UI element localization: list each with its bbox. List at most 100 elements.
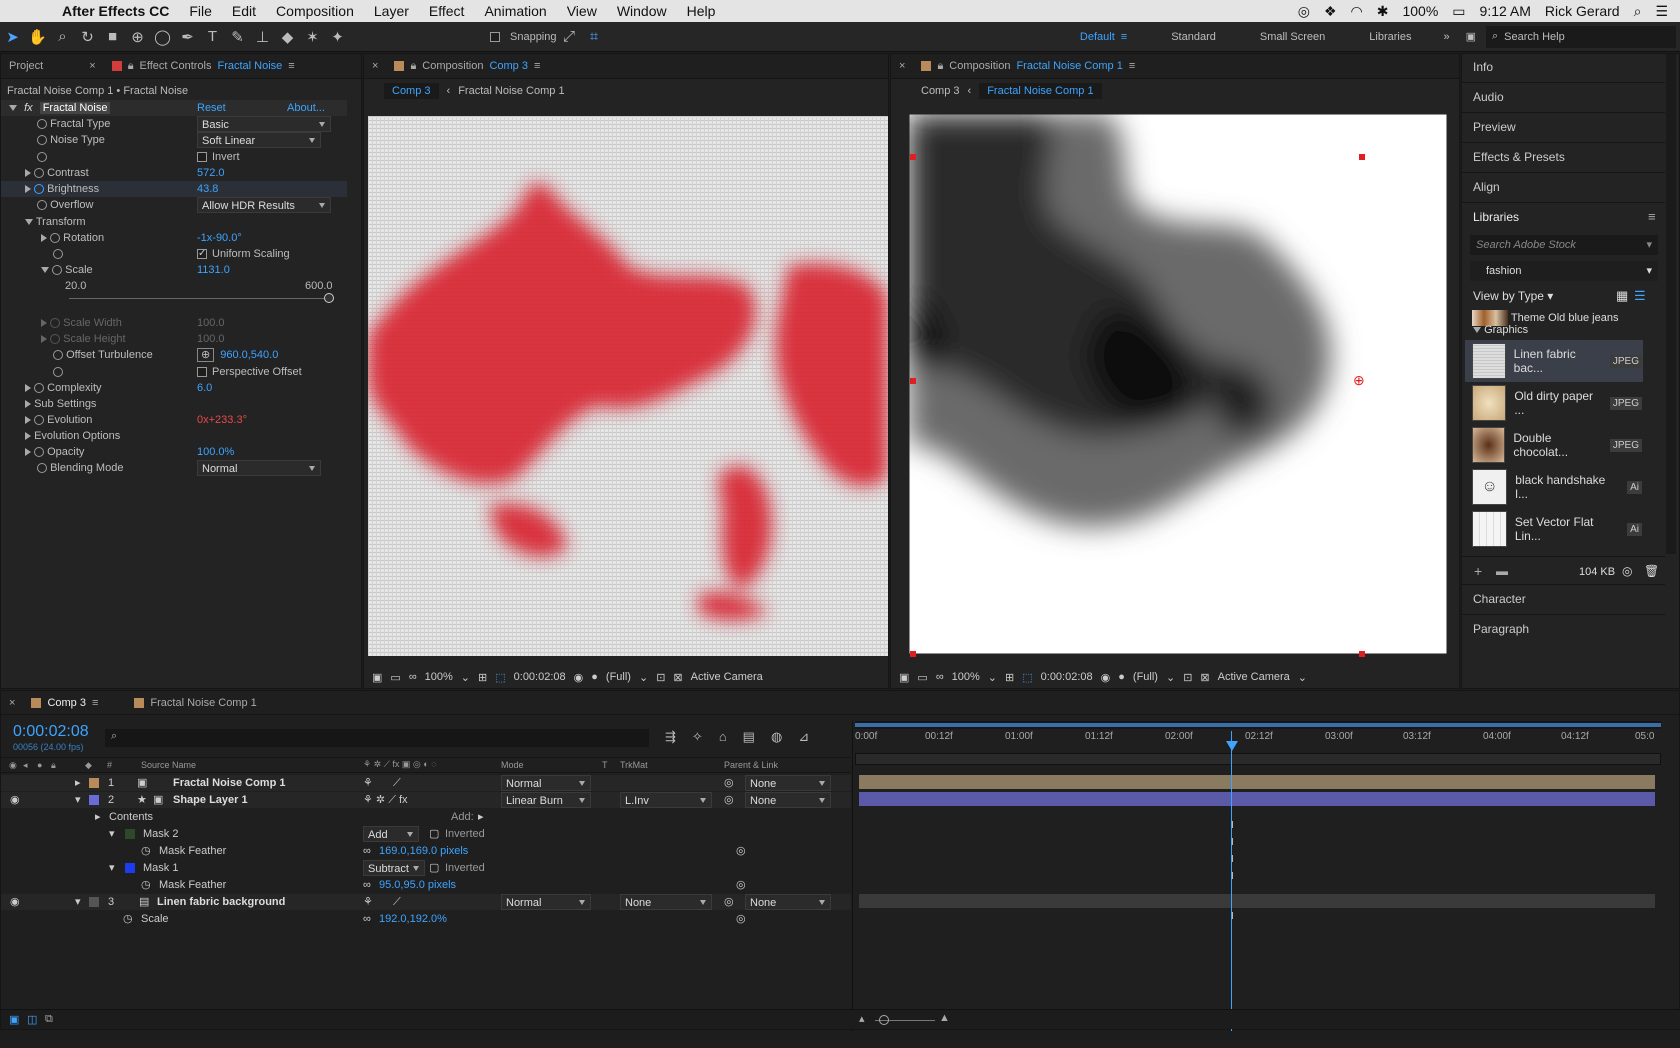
monitor-icon[interactable]: ▭ [917,671,927,684]
shy-switch-icon[interactable]: ⚘ [363,775,373,791]
layer-handle[interactable] [910,378,916,384]
grid-icon[interactable]: ⊞ [478,671,487,684]
character-panel-tab[interactable]: Character [1473,592,1526,606]
layer-row-3[interactable]: ◉ ▾ 3 ▤ Linen fabric background ⚘ ⟋ Norm… [1,894,851,910]
work-area-range[interactable] [855,723,1661,727]
snapping-toggle[interactable]: Snapping [490,31,557,43]
paragraph-panel-tab[interactable]: Paragraph [1473,622,1529,636]
switches-icons[interactable]: ⚘ ✲ ⟋ fx [363,792,408,808]
layer-label-swatch[interactable] [89,897,99,907]
mask2-row[interactable]: ▾ Mask 2 Add ▢ Inverted [1,826,851,842]
folder-icon[interactable]: ▬ [1496,564,1508,578]
source-name-column[interactable]: Source Name [141,760,196,770]
constrain-link-icon[interactable]: ∞ [363,877,371,893]
stopwatch-icon[interactable] [50,233,61,244]
mask2-feather-value[interactable]: 169.0,169.0 pixels [379,843,468,859]
close-tab-icon[interactable]: × [891,60,913,72]
parent-dropdown[interactable]: None [745,775,831,791]
menu-effect[interactable]: Effect [419,3,475,19]
search-help-field[interactable]: ⌕ Search Help [1486,25,1676,48]
fx-icon[interactable]: fx [24,102,33,114]
mask1-inverted-checkbox[interactable]: ▢ [429,860,439,876]
menu-window[interactable]: Window [607,3,677,19]
mask1-mode-dropdown[interactable]: Subtract [363,860,425,876]
invert-checkbox[interactable] [197,152,207,163]
scale-row[interactable]: ◷ Scale ∞ 192.0,192.0% ◎ [1,911,851,927]
tab-timeline-fractal[interactable]: Fractal Noise Comp 1 [126,697,264,709]
monitor-icon[interactable]: ▭ [390,671,400,684]
scale-value[interactable]: 1131.0 [197,262,230,278]
resolution-dropdown[interactable]: (Full) [606,671,631,683]
layer-handle[interactable] [1359,651,1365,657]
mask-twirl-icon[interactable]: ▾ [109,860,115,876]
parent-pickwhip-icon[interactable]: ◎ [724,792,734,808]
menu-app[interactable]: After Effects CC [52,3,179,19]
contents-twirl-icon[interactable]: ▸ [95,809,101,825]
show-channel-icon[interactable]: ● [1118,671,1125,683]
magnification-dropdown[interactable]: 100% [425,671,453,683]
type-tool-icon[interactable]: T [200,26,225,48]
stopwatch-icon[interactable] [52,265,63,276]
current-time[interactable]: 0:00:02:08 [514,671,566,683]
mask2-inverted-checkbox[interactable]: ▢ [429,826,439,842]
layer-handle[interactable] [1359,154,1365,160]
libraries-panel-tab[interactable]: Libraries [1473,210,1519,224]
lock-icon[interactable]: 🔒︎ [128,60,134,73]
roto-brush-tool-icon[interactable]: ✶ [300,26,325,48]
dropdown-chevron-icon[interactable]: ⌄ [461,671,470,684]
parent-pickwhip-icon[interactable]: ◎ [724,775,734,791]
close-tab-icon[interactable]: × [1,697,23,709]
library-item-vector-set[interactable]: Set Vector Flat Lin... Ai [1472,509,1642,549]
offset-value[interactable]: 960.0,540.0 [220,349,278,361]
draft-3d-icon[interactable]: ✧ [692,729,703,745]
dropdown-chevron-icon[interactable]: ⌄ [1298,671,1307,684]
puppet-tool-icon[interactable]: ✦ [325,26,350,48]
region-of-interest-icon[interactable]: ⊡ [1183,671,1192,684]
goggles-icon[interactable]: ∞ [936,671,944,683]
stopwatch-icon[interactable] [34,168,45,179]
transform-twirl-icon[interactable] [25,219,33,226]
mask2-label[interactable]: Mask 2 [143,826,178,842]
opacity-value[interactable]: 100.0% [197,444,234,460]
scale-slider-track[interactable] [69,298,329,299]
parent-dropdown[interactable]: None [745,894,831,910]
pan-behind-tool-icon[interactable]: ⊕ [125,26,150,48]
sync-icon[interactable]: ▣ [1460,30,1482,43]
view-by-type-dropdown[interactable]: View by Type ▾ [1473,289,1553,303]
stopwatch-icon[interactable] [53,249,63,260]
trkmat-column[interactable]: TrkMat [620,760,648,770]
keyframe-marker[interactable]: I [1231,911,1234,922]
stopwatch-icon[interactable] [37,135,47,146]
lock-icon[interactable]: 🔒︎ [410,60,416,73]
sync-status-icon[interactable]: ◎ [1622,564,1632,578]
invert-control[interactable]: Invert [197,149,240,165]
panel-menu-icon[interactable]: ≡ [1648,209,1656,224]
spotlight-search-icon[interactable]: ⌕ [1634,3,1642,20]
panel-menu-icon[interactable]: ≡ [1129,60,1135,72]
battery-icon[interactable]: ▭ [1452,3,1465,20]
dropbox-icon[interactable]: ❖ [1324,3,1337,20]
constrain-link-icon[interactable]: ∞ [363,843,371,859]
ellipse-tool-icon[interactable]: ◯ [150,26,175,48]
list-view-icon[interactable]: ☰ [1634,288,1646,304]
t-column[interactable]: T [602,760,608,770]
resolution-dropdown[interactable]: (Full) [1133,671,1158,683]
add-menu-icon[interactable]: ▸ [478,809,484,825]
keyframe-marker[interactable]: I [1231,871,1234,882]
pen-tool-icon[interactable]: ✒ [175,26,200,48]
menu-file[interactable]: File [179,3,222,19]
time-ruler[interactable]: 0:00f 00:12f 01:00f 01:12f 02:00f 02:12f… [855,731,1661,749]
effects-presets-panel-tab[interactable]: Effects & Presets [1473,150,1565,164]
menu-help[interactable]: Help [677,3,726,19]
library-item-old-paper[interactable]: Old dirty paper ... JPEG [1472,383,1642,423]
stopwatch-icon[interactable]: ◷ [141,877,151,893]
video-column-icon[interactable]: ◉ [9,760,17,771]
timeline-search-input[interactable]: ⌕ [105,729,649,747]
breadcrumb-fractal-noise[interactable]: Fractal Noise Comp 1 [979,83,1102,99]
scale-twirl-icon[interactable] [41,267,49,274]
trkmat-dropdown[interactable]: L.Inv [620,792,712,808]
stopwatch-icon[interactable] [34,415,45,426]
layer-name[interactable]: Fractal Noise Comp 1 [173,775,285,791]
clock[interactable]: 9:12 AM [1480,3,1531,19]
workspace-small-screen[interactable]: Small Screen [1238,31,1347,43]
